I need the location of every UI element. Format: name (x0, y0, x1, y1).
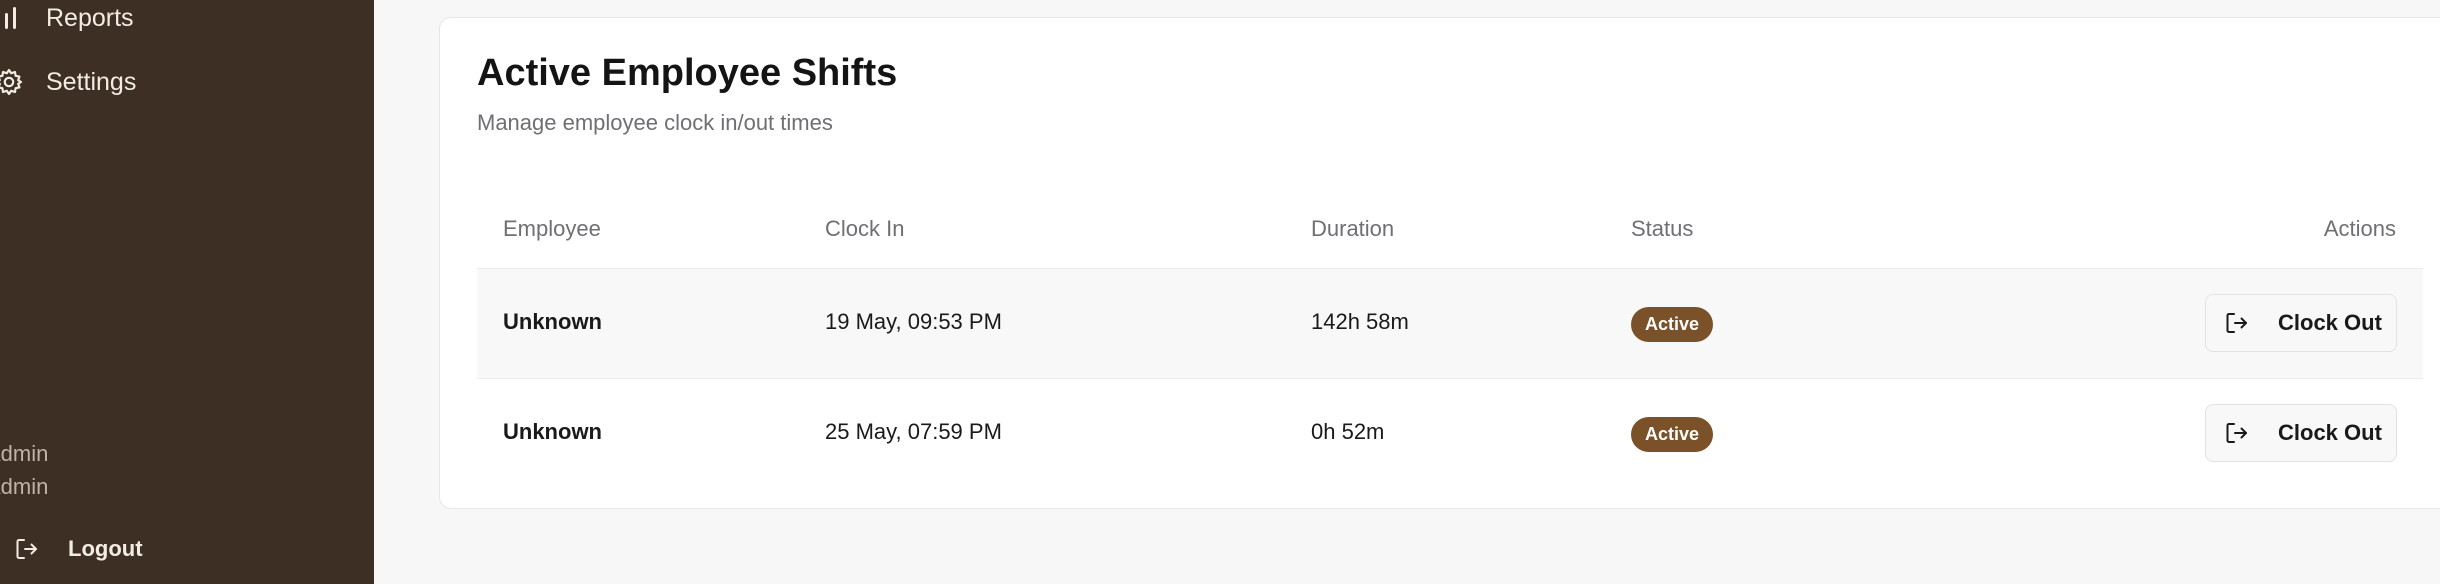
column-header-duration: Duration (1311, 216, 1395, 241)
user-name: Admin (0, 441, 49, 466)
employee-cell: Unknown (503, 309, 602, 334)
sidebar-item-settings[interactable]: Settings (0, 60, 136, 104)
sidebar: Reports Settings Admin Admin Logout (0, 0, 374, 584)
status-badge: Active (1631, 417, 1714, 452)
table-row: Unknown 19 May, 09:53 PM 142h 58m Active… (477, 269, 2423, 379)
duration-cell: 0h 52m (1311, 419, 1385, 444)
clock-in-cell: 19 May, 09:53 PM (825, 309, 1002, 334)
column-header-employee: Employee (503, 216, 601, 241)
logout-label: Logout (68, 536, 143, 561)
page-title: Active Employee Shifts (477, 52, 898, 94)
shifts-card: Active Employee Shifts Manage employee c… (439, 17, 2440, 509)
clock-out-label: Clock Out (2278, 310, 2382, 335)
sidebar-item-label: Reports (46, 3, 134, 32)
table-row: Unknown 25 May, 07:59 PM 0h 52m Active C… (477, 379, 2423, 489)
bar-chart-icon (0, 3, 24, 33)
column-header-status: Status (1631, 216, 1694, 241)
clock-out-button[interactable]: Clock Out (2205, 404, 2397, 462)
employee-cell: Unknown (503, 419, 602, 444)
clock-out-label: Clock Out (2278, 420, 2382, 445)
logout-button[interactable]: Logout (14, 533, 143, 565)
logout-icon (14, 536, 40, 562)
sidebar-item-label: Settings (46, 67, 137, 96)
user-role: Admin (0, 474, 49, 499)
page-subtitle: Manage employee clock in/out times (477, 110, 833, 135)
shifts-table: Employee Clock In Duration Status Action… (477, 190, 2423, 489)
column-header-clock-in: Clock In (825, 216, 905, 241)
logout-icon (2224, 310, 2250, 336)
gear-icon (0, 67, 24, 97)
clock-out-button[interactable]: Clock Out (2205, 294, 2397, 352)
duration-cell: 142h 58m (1311, 309, 1409, 334)
table-header: Employee Clock In Duration Status Action… (477, 190, 2423, 269)
logout-icon (2224, 420, 2250, 446)
sidebar-item-reports[interactable]: Reports (0, 0, 134, 40)
status-badge: Active (1631, 307, 1714, 342)
clock-in-cell: 25 May, 07:59 PM (825, 419, 1002, 444)
column-header-actions: Actions (2323, 216, 2396, 241)
